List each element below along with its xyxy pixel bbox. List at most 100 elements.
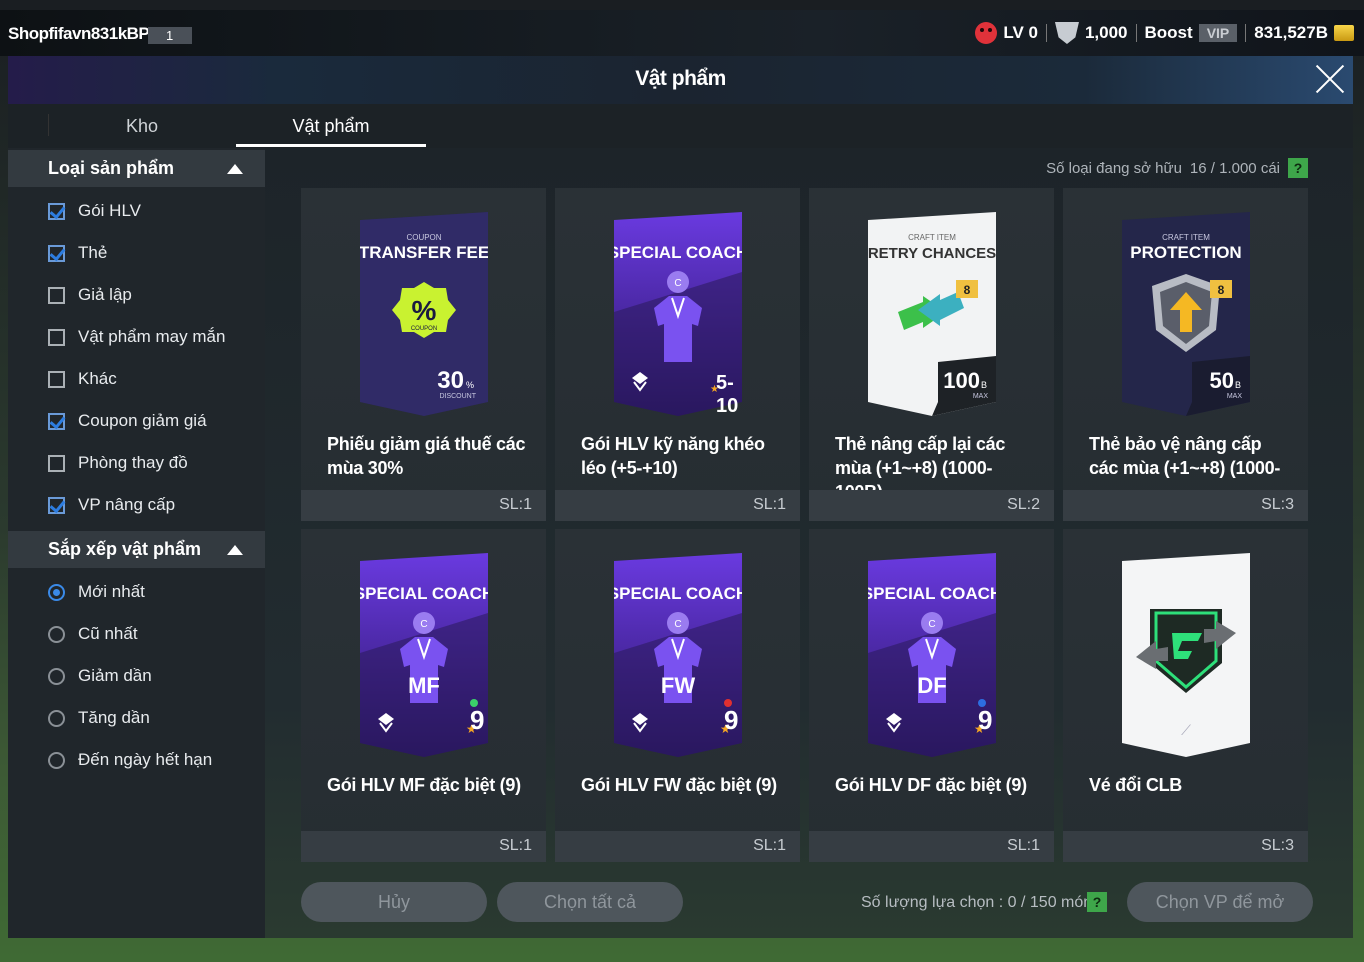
svg-text:C: C <box>674 619 681 630</box>
svg-text:%: % <box>466 380 474 390</box>
top-status-bar: Shopfifavn831kBP 1 LV 0 1,000 Boost VIP … <box>0 10 1364 56</box>
item-quantity: SL:1 <box>753 496 786 513</box>
title-bar: Vật phẩm <box>8 56 1353 104</box>
option-label: Mới nhất <box>78 582 145 601</box>
filter-option[interactable]: Phòng thay đồ <box>48 451 188 475</box>
option-label: Thẻ <box>78 243 108 262</box>
radio-button[interactable] <box>48 625 65 643</box>
sort-header[interactable]: Sắp xếp vật phẩm <box>8 531 265 568</box>
svg-text:100: 100 <box>943 368 980 393</box>
svg-text:SPECIAL COACH: SPECIAL COACH <box>614 243 742 262</box>
item-quantity: SL:3 <box>1261 837 1294 854</box>
item-name: Gói HLV FW đặc biệt (9) <box>581 775 777 795</box>
option-label: Khác <box>78 369 117 388</box>
svg-text:B: B <box>981 380 987 390</box>
checkbox[interactable] <box>48 328 65 346</box>
svg-text:50: 50 <box>1210 368 1234 393</box>
vip-badge: VIP <box>1198 24 1238 42</box>
svg-text:8: 8 <box>1218 283 1225 297</box>
svg-text:8: 8 <box>964 283 971 297</box>
item-quantity: SL:1 <box>499 837 532 854</box>
item-artwork: SPECIAL COACH C FW ★ 9 <box>608 553 748 757</box>
filter-option[interactable]: Thẻ <box>48 241 107 265</box>
checkbox[interactable] <box>48 370 65 388</box>
section-title: Loại sản phẩm <box>48 158 175 178</box>
item-name: Gói HLV MF đặc biệt (9) <box>327 775 521 795</box>
coin-icon <box>1334 25 1354 41</box>
currency-bar: LV 0 1,000 Boost VIP 831,527B <box>975 22 1354 44</box>
tab-vat-pham[interactable]: Vật phẩm <box>236 116 426 137</box>
open-item-button[interactable]: Chọn VP để mở <box>1127 882 1313 922</box>
svg-text:COUPON: COUPON <box>406 233 441 242</box>
product-type-header[interactable]: Loại sản phẩm <box>8 150 265 187</box>
radio-button[interactable] <box>48 667 65 685</box>
coach-rating: 5-10 <box>716 372 739 417</box>
svg-text:CRAFT ITEM: CRAFT ITEM <box>908 233 956 242</box>
item-card[interactable]: ⟋ Vé đổi CLB SL:3 <box>1063 529 1308 862</box>
filter-option[interactable]: Vật phẩm may mắn <box>48 325 225 349</box>
item-artwork: ⟋ <box>1122 553 1250 757</box>
divider <box>1045 24 1047 42</box>
svg-text:MF: MF <box>408 673 440 698</box>
svg-text:C: C <box>420 619 427 630</box>
item-quantity: SL:1 <box>499 496 532 513</box>
item-card[interactable]: SPECIAL COACH C DF ★ 9 Gói HLV DF đặc bi… <box>809 529 1054 862</box>
checkbox[interactable] <box>48 496 65 514</box>
tab-bar: Kho Vật phẩm <box>8 104 1353 148</box>
checkbox[interactable] <box>48 202 65 220</box>
collapse-icon[interactable] <box>227 545 243 555</box>
item-artwork: SPECIAL COACH C DF ★ 9 <box>862 553 1002 757</box>
svg-text:⟋: ⟋ <box>1181 722 1191 738</box>
active-tab-indicator <box>236 144 426 147</box>
item-artwork: CRAFT ITEM RETRY CHANCES 8 100 B MAX <box>868 212 996 416</box>
collapse-icon[interactable] <box>227 164 243 174</box>
svg-text:COUPON: COUPON <box>411 326 437 332</box>
svg-text:SPECIAL COACH: SPECIAL COACH <box>614 584 742 603</box>
option-label: Giả lập <box>78 285 132 304</box>
item-card[interactable]: CRAFT ITEM RETRY CHANCES 8 100 B MAX Thẻ… <box>809 188 1054 521</box>
svg-text:C: C <box>928 619 935 630</box>
radio-button[interactable] <box>48 751 65 769</box>
option-label: Gói HLV <box>78 201 141 220</box>
item-artwork: CRAFT ITEM PROTECTION 8 50 B MAX <box>1122 212 1250 416</box>
coach-rating: 9 <box>470 705 485 735</box>
sort-option[interactable]: Đến ngày hết hạn <box>48 748 212 772</box>
item-card[interactable]: CRAFT ITEM PROTECTION 8 50 B MAX Thẻ bảo… <box>1063 188 1308 521</box>
item-quantity: SL:1 <box>753 837 786 854</box>
selection-count: Số lượng lựa chọn : 0 / 150 món <box>861 894 1093 911</box>
checkbox[interactable] <box>48 412 65 430</box>
filter-option[interactable]: Giả lập <box>48 283 132 307</box>
sort-option[interactable]: Cũ nhất <box>48 622 138 646</box>
help-icon[interactable]: ? <box>1087 892 1107 912</box>
radio-button[interactable] <box>48 709 65 727</box>
checkbox[interactable] <box>48 244 65 262</box>
option-label: Phòng thay đồ <box>78 453 188 472</box>
filter-option[interactable]: VP nâng cấp <box>48 493 175 517</box>
section-title: Sắp xếp vật phẩm <box>48 539 202 559</box>
filter-option[interactable]: Gói HLV <box>48 199 141 223</box>
tab-kho[interactable]: Kho <box>48 116 236 137</box>
checkbox[interactable] <box>48 286 65 304</box>
radio-button[interactable] <box>48 583 65 601</box>
sort-option[interactable]: Tăng dần <box>48 706 150 730</box>
help-icon[interactable]: ? <box>1288 158 1308 178</box>
item-card[interactable]: SPECIAL COACH C MF ★ 9 Gói HLV MF đặc bi… <box>301 529 546 862</box>
inventory-window: Vật phẩm Kho Vật phẩm Loại sản phẩm Gói … <box>8 56 1353 938</box>
item-artwork: SPECIAL COACH C MF ★ 9 <box>354 553 494 757</box>
select-all-button[interactable]: Chọn tất cả <box>497 882 683 922</box>
item-name: Gói HLV kỹ năng khéo léo (+5-+10) <box>581 434 765 478</box>
filter-option[interactable]: Coupon giảm giá <box>48 409 207 433</box>
sort-option[interactable]: Mới nhất <box>48 580 145 604</box>
coach-rating: 9 <box>978 705 993 735</box>
option-label: Đến ngày hết hạn <box>78 750 213 769</box>
sort-option[interactable]: Giảm dần <box>48 664 152 688</box>
item-card[interactable]: SPECIAL COACH C ★ 5-10 Gói HLV kỹ năng k… <box>555 188 800 521</box>
svg-text:SPECIAL COACH: SPECIAL COACH <box>360 584 488 603</box>
filter-option[interactable]: Khác <box>48 367 117 391</box>
item-card[interactable]: COUPON TRANSFER FEE % COUPON 30 % DISCOU… <box>301 188 546 521</box>
item-grid-panel: Số loại đang sở hữu 16 / 1.000 cái ? COU… <box>265 148 1353 938</box>
item-card[interactable]: SPECIAL COACH C FW ★ 9 Gói HLV FW đặc bi… <box>555 529 800 862</box>
checkbox[interactable] <box>48 454 65 472</box>
close-icon[interactable] <box>1313 62 1347 96</box>
cancel-button[interactable]: Hủy <box>301 882 487 922</box>
